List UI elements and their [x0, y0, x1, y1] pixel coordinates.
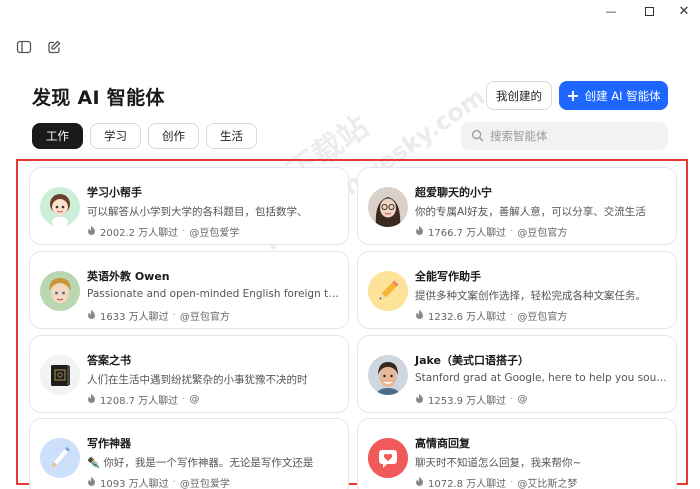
agent-meta: 1253.9 万人聊过 · @	[415, 392, 527, 407]
agent-author[interactable]: @豆包官方	[517, 308, 567, 323]
chat-count: 1093 万人聊过	[100, 479, 169, 489]
agent-meta: 1093 万人聊过 · @豆包爱学	[87, 475, 230, 489]
meta-separator: ·	[172, 477, 176, 488]
sidebar-toggle-icon[interactable]	[16, 39, 32, 55]
tab-life[interactable]: 生活	[206, 123, 257, 149]
agent-name: 全能写作助手	[415, 270, 481, 283]
flame-icon	[87, 393, 96, 406]
flame-icon	[87, 476, 96, 489]
title-bar: — ✕	[0, 0, 700, 22]
agent-meta: 1072.8 万人聊过 · @艾比斯之梦	[415, 475, 577, 489]
agent-card-writing-tool[interactable]: 写作神器 ✒️ 你好，我是一个写作神器。无论是写作文还是 1093 万人聊过 ·…	[29, 418, 349, 489]
my-created-button[interactable]: 我创建的	[486, 81, 552, 110]
meta-separator: ·	[172, 310, 176, 321]
agent-meta: 1208.7 万人聊过 · @	[87, 392, 199, 407]
agent-description: 人们在生活中遇到纷扰繁杂的小事犹豫不决的时	[87, 374, 308, 386]
close-icon: ✕	[678, 3, 690, 19]
pen-avatar-icon	[40, 438, 80, 478]
flame-icon	[415, 309, 424, 322]
agent-card-jake[interactable]: Jake（美式口语搭子） Stanford grad at Google, he…	[357, 335, 677, 413]
agent-name: 超爱聊天的小宁	[415, 186, 492, 199]
create-agent-button[interactable]: + 创建 AI 智能体	[559, 81, 668, 110]
flame-icon	[415, 225, 424, 238]
tab-study[interactable]: 学习	[90, 123, 141, 149]
agent-description: 你的专属AI好友，善解人意，可以分享、交流生活	[415, 206, 646, 218]
minimize-button[interactable]: —	[593, 0, 629, 22]
chat-count: 1072.8 万人聊过	[428, 479, 507, 489]
flame-icon	[415, 393, 424, 406]
chat-count: 1208.7 万人聊过	[100, 396, 179, 407]
flame-icon	[87, 225, 96, 238]
close-button[interactable]: ✕	[666, 0, 700, 22]
agent-card-high-eq-reply[interactable]: 高情商回复 聊天时不知道怎么回复，我来帮你~ 1072.8 万人聊过 · @艾比…	[357, 418, 677, 489]
search-icon	[471, 127, 484, 146]
agent-author[interactable]: @	[189, 394, 199, 405]
chat-count: 1633 万人聊过	[100, 312, 169, 323]
agent-name: 写作神器	[87, 437, 131, 450]
boy-avatar-icon	[40, 271, 80, 311]
agent-description: Passionate and open-minded English forei…	[87, 288, 340, 300]
meta-separator: ·	[510, 477, 514, 488]
agent-author[interactable]: @	[517, 394, 527, 405]
search-input[interactable]	[490, 129, 650, 143]
agent-author[interactable]: @豆包官方	[517, 224, 567, 239]
agent-name: 高情商回复	[415, 437, 470, 450]
tab-work[interactable]: 工作	[32, 123, 83, 149]
agent-author[interactable]: @豆包官方	[180, 308, 230, 323]
new-chat-icon[interactable]	[46, 39, 62, 55]
chat-count: 1766.7 万人聊过	[428, 228, 507, 239]
page-title: 发现 AI 智能体	[32, 87, 165, 109]
agent-author[interactable]: @豆包爱学	[180, 475, 230, 489]
agent-description: Stanford grad at Google, here to help yo…	[415, 372, 668, 384]
flame-icon	[87, 309, 96, 322]
meta-separator: ·	[182, 394, 186, 405]
plus-icon: +	[566, 85, 580, 105]
chat-count: 1232.6 万人聊过	[428, 312, 507, 323]
tab-create[interactable]: 创作	[148, 123, 199, 149]
agent-author[interactable]: @艾比斯之梦	[517, 475, 577, 489]
cartoon-girl-avatar-icon	[40, 187, 80, 227]
agent-name: 答案之书	[87, 354, 131, 367]
agent-description: 提供多种文案创作选择，轻松完成各种文案任务。	[415, 290, 646, 302]
search-box[interactable]	[461, 122, 668, 150]
agent-meta: 1766.7 万人聊过 · @豆包官方	[415, 224, 567, 239]
agent-card-owen[interactable]: 英语外教 Owen Passionate and open-minded Eng…	[29, 251, 349, 329]
agent-description: 聊天时不知道怎么回复，我来帮你~	[415, 457, 582, 469]
pencil-avatar-icon	[368, 271, 408, 311]
agent-meta: 1232.6 万人聊过 · @豆包官方	[415, 308, 567, 323]
agent-name: Jake（美式口语搭子）	[415, 354, 529, 367]
meta-separator: ·	[510, 310, 514, 321]
meta-separator: ·	[510, 394, 514, 405]
heart-message-avatar-icon	[368, 438, 408, 478]
agent-card-xiaoning[interactable]: 超爱聊天的小宁 你的专属AI好友，善解人意，可以分享、交流生活 1766.7 万…	[357, 167, 677, 245]
man-avatar-icon	[368, 355, 408, 395]
agent-author[interactable]: @豆包爱学	[189, 224, 239, 239]
agent-description: 可以解答从小学到大学的各科题目，包括数学、	[87, 206, 308, 218]
agent-name: 学习小帮手	[87, 186, 142, 199]
agent-description: ✒️ 你好，我是一个写作神器。无论是写作文还是	[87, 457, 314, 469]
top-toolbar	[16, 39, 62, 55]
create-agent-label: 创建 AI 智能体	[584, 88, 661, 103]
agent-name: 英语外教 Owen	[87, 270, 170, 283]
agent-card-study-helper[interactable]: 学习小帮手 可以解答从小学到大学的各科题目，包括数学、 2002.2 万人聊过 …	[29, 167, 349, 245]
agent-card-writing-assistant[interactable]: 全能写作助手 提供多种文案创作选择，轻松完成各种文案任务。 1232.6 万人聊…	[357, 251, 677, 329]
meta-separator: ·	[510, 226, 514, 237]
girl-glasses-avatar-icon	[368, 187, 408, 227]
minimize-icon: —	[605, 4, 617, 18]
chat-count: 2002.2 万人聊过	[100, 228, 179, 239]
maximize-icon	[644, 6, 654, 16]
book-avatar-icon	[40, 355, 80, 395]
agent-card-book-of-answers[interactable]: 答案之书 人们在生活中遇到纷扰繁杂的小事犹豫不决的时 1208.7 万人聊过 ·…	[29, 335, 349, 413]
agent-meta: 2002.2 万人聊过 · @豆包爱学	[87, 224, 239, 239]
maximize-button[interactable]	[631, 0, 667, 22]
chat-count: 1253.9 万人聊过	[428, 396, 507, 407]
agent-meta: 1633 万人聊过 · @豆包官方	[87, 308, 230, 323]
category-tabs: 工作 学习 创作 生活	[32, 123, 257, 149]
flame-icon	[415, 476, 424, 489]
meta-separator: ·	[182, 226, 186, 237]
